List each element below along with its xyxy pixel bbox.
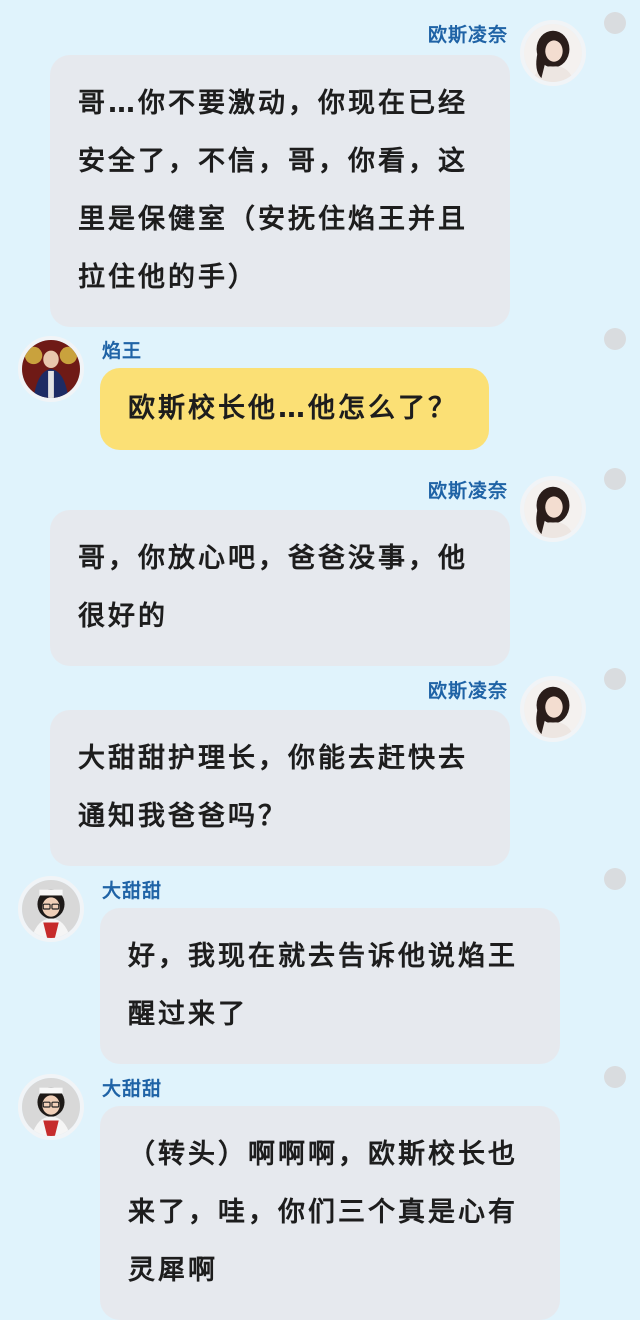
sender-name: 焰王 — [102, 340, 143, 362]
sender-name: 欧斯凌奈 — [427, 680, 508, 702]
avatar-ousi-lingnai[interactable] — [520, 20, 586, 86]
more-dot-icon[interactable] — [604, 12, 626, 34]
message-bubble: 哥，你放心吧，爸爸没事，他很好的 — [50, 510, 510, 666]
more-dot-icon[interactable] — [604, 468, 626, 490]
more-dot-icon[interactable] — [604, 668, 626, 690]
more-dot-icon[interactable] — [604, 328, 626, 350]
avatar-datiantian[interactable] — [18, 1074, 84, 1140]
more-dot-icon[interactable] — [604, 1066, 626, 1088]
sender-name: 大甜甜 — [102, 880, 163, 902]
avatar-datiantian[interactable] — [18, 876, 84, 942]
sender-name: 欧斯凌奈 — [427, 24, 508, 46]
avatar-ousi-lingnai[interactable] — [520, 476, 586, 542]
message-bubble: 大甜甜护理长，你能去赶快去通知我爸爸吗？ — [50, 710, 510, 866]
avatar-yanwang[interactable] — [18, 336, 84, 402]
message-bubble: 欧斯校长他…他怎么了？ — [100, 368, 489, 450]
message-bubble: 哥…你不要激动，你现在已经安全了，不信，哥，你看，这里是保健室（安抚住焰王并且拉… — [50, 55, 510, 327]
message-bubble: 好，我现在就去告诉他说焰王醒过来了 — [100, 908, 560, 1064]
sender-name: 大甜甜 — [102, 1078, 163, 1100]
more-dot-icon[interactable] — [604, 868, 626, 890]
avatar-ousi-lingnai[interactable] — [520, 676, 586, 742]
message-bubble: （转头）啊啊啊，欧斯校长也来了，哇，你们三个真是心有灵犀啊 — [100, 1106, 560, 1320]
sender-name: 欧斯凌奈 — [427, 480, 508, 502]
